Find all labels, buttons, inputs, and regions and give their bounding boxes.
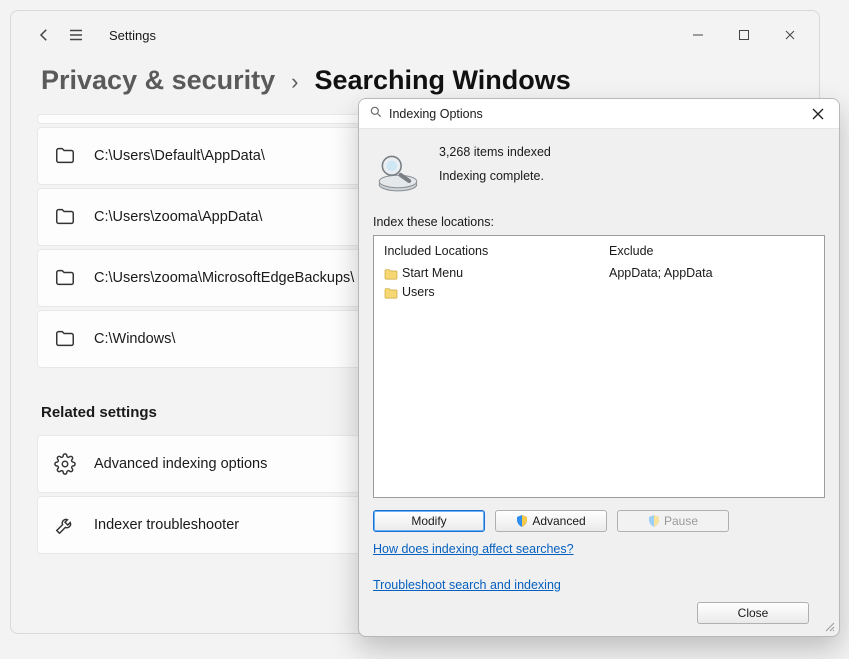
included-item[interactable]: Start Menu <box>384 264 589 283</box>
advanced-indexing-label: Advanced indexing options <box>94 456 267 472</box>
advanced-button[interactable]: Advanced <box>495 510 607 532</box>
dialog-titlebar: Indexing Options <box>359 99 839 129</box>
how-indexing-link[interactable]: How does indexing affect searches? <box>373 542 825 556</box>
breadcrumb-separator: › <box>291 69 298 95</box>
folder-icon <box>54 206 76 228</box>
included-item-label: Users <box>402 283 435 302</box>
hamburger-icon[interactable] <box>67 26 85 44</box>
folder-icon <box>54 328 76 350</box>
magnifier-icon <box>369 105 383 122</box>
included-header: Included Locations <box>384 244 589 258</box>
indexing-state: Indexing complete. <box>439 165 551 189</box>
folder-path-label: C:\Windows\ <box>94 331 175 347</box>
folder-icon <box>384 267 398 279</box>
indexed-count: 3,268 items indexed <box>439 141 551 165</box>
wrench-icon <box>54 514 76 536</box>
app-title: Settings <box>109 28 156 43</box>
included-item[interactable]: Users <box>384 283 589 302</box>
folder-icon <box>54 145 76 167</box>
index-status-icon <box>373 145 423 195</box>
settings-titlebar: Settings <box>11 11 819 59</box>
close-window-button[interactable] <box>767 19 813 51</box>
resize-grip-icon[interactable] <box>823 620 835 632</box>
pause-button: Pause <box>617 510 729 532</box>
exclude-header: Exclude <box>609 244 814 258</box>
folder-path-label: C:\Users\zooma\MicrosoftEdgeBackups\ <box>94 270 354 286</box>
modify-button[interactable]: Modify <box>373 510 485 532</box>
folder-icon <box>384 286 398 298</box>
index-locations-label: Index these locations: <box>373 215 825 229</box>
folder-path-label: C:\Users\zooma\AppData\ <box>94 209 262 225</box>
shield-icon <box>516 515 528 527</box>
breadcrumb-current: Searching Windows <box>314 65 570 96</box>
troubleshoot-link[interactable]: Troubleshoot search and indexing <box>373 578 825 592</box>
minimize-button[interactable] <box>675 19 721 51</box>
exclude-item: AppData; AppData <box>609 264 814 283</box>
folder-icon <box>54 267 76 289</box>
shield-icon <box>648 515 660 527</box>
indexer-troubleshooter-label: Indexer troubleshooter <box>94 517 239 533</box>
folder-path-label: C:\Users\Default\AppData\ <box>94 148 265 164</box>
close-dialog-button[interactable]: Close <box>697 602 809 624</box>
dialog-close-button[interactable] <box>803 102 833 126</box>
indexing-options-dialog: Indexing Options 3,268 items indexed Ind… <box>358 98 840 637</box>
included-item-label: Start Menu <box>402 264 463 283</box>
breadcrumb-parent[interactable]: Privacy & security <box>41 65 275 96</box>
gear-icon <box>54 453 76 475</box>
dialog-title: Indexing Options <box>389 107 483 121</box>
maximize-button[interactable] <box>721 19 767 51</box>
back-icon[interactable] <box>35 26 53 44</box>
locations-listbox[interactable]: Included Locations Start Menu Users Excl… <box>373 235 825 498</box>
